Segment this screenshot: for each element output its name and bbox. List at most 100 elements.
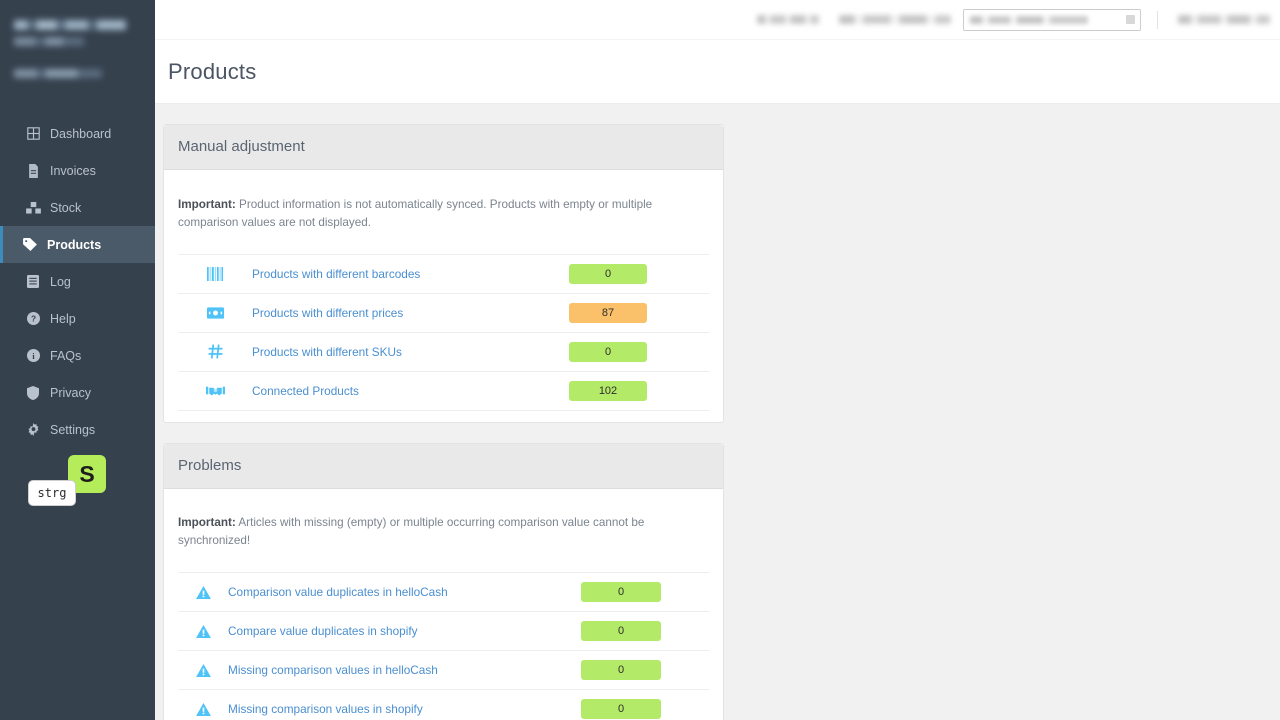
sidebar-item-label: Settings [50,423,95,437]
warning-triangle-icon [178,625,228,638]
notice-bold: Important: [178,198,236,211]
sidebar-item-label: FAQs [50,349,81,363]
table-row[interactable]: Missing comparison values in shopify 0 [178,689,709,720]
panel-title: Problems [178,457,241,474]
sidebar-item-stock[interactable]: Stock [0,189,155,226]
status-badge: 0 [569,342,647,362]
sidebar-item-log[interactable]: Log [0,263,155,300]
brand-redacted-line-4 [14,69,102,78]
sidebar: Dashboard Invoices Stock [0,0,155,720]
question-circle-icon: ? [25,312,41,326]
table-row[interactable]: Products with different SKUs 0 [178,332,709,371]
panel-problems: Problems Important: Articles with missin… [163,443,724,720]
row-label[interactable]: Compare value duplicates in shopify [228,624,581,638]
sidebar-item-label: Dashboard [50,127,111,141]
status-badge: 0 [581,699,661,719]
topbar [155,0,1280,40]
key-strg: strg [28,480,76,506]
sidebar-nav: Dashboard Invoices Stock [0,115,155,448]
book-icon [25,275,41,289]
panel-body: Important: Articles with missing (empty)… [164,489,723,720]
brand-redacted-line-2 [14,37,84,46]
handshake-icon [178,384,252,397]
topbar-divider [1157,11,1158,29]
warning-triangle-icon [178,664,228,677]
sidebar-item-label: Help [50,312,76,326]
topbar-shop-label [757,15,819,24]
brand-redacted-line-1 [14,20,126,30]
status-badge: 0 [569,264,647,284]
sidebar-item-dashboard[interactable]: Dashboard [0,115,155,152]
row-label[interactable]: Missing comparison values in shopify [228,702,581,716]
table-row[interactable]: Comparison value duplicates in helloCash… [178,572,709,611]
chevron-down-icon [1126,15,1135,24]
sidebar-item-label: Invoices [50,164,96,178]
status-badge: 0 [581,621,661,641]
sidebar-item-help[interactable]: ? Help [0,300,155,337]
sidebar-brand-block [0,0,155,99]
row-badge-wrap: 0 [581,699,661,719]
page-header: Products [155,40,1280,104]
problems-notice: Important: Articles with missing (empty)… [178,514,709,560]
table-row-bottom-rule [178,410,709,416]
row-badge-wrap: 0 [569,264,647,284]
logout-redacted-text [1178,15,1270,24]
row-badge-wrap: 0 [581,582,661,602]
row-badge-wrap: 0 [569,342,647,362]
shop-select-dropdown[interactable] [963,9,1141,31]
panel-body: Important: Product information is not au… [164,170,723,422]
barcode-icon [178,267,252,281]
grid-icon [25,127,41,141]
row-badge-wrap: 0 [581,660,661,680]
logout-link[interactable] [1178,15,1270,24]
brand-redacted-line-3 [14,53,142,62]
panel-title: Manual adjustment [178,138,305,155]
panel-header: Manual adjustment [164,125,723,170]
table-row[interactable]: Missing comparison values in helloCash 0 [178,650,709,689]
gear-icon [25,423,41,437]
sidebar-item-faqs[interactable]: i FAQs [0,337,155,374]
sidebar-item-label: Privacy [50,386,91,400]
content-scroll-area[interactable]: Manual adjustment Important: Product inf… [155,104,1280,720]
row-badge-wrap: 102 [569,381,647,401]
row-badge-wrap: 0 [581,621,661,641]
shield-icon [25,386,41,400]
info-circle-icon: i [25,349,41,363]
sidebar-item-label: Products [47,238,101,252]
svg-text:?: ? [30,314,35,324]
notice-bold: Important: [178,516,236,529]
keyboard-shortcut-overlay: S strg [28,455,138,515]
app-root: Dashboard Invoices Stock [0,0,1280,720]
row-label[interactable]: Missing comparison values in helloCash [228,663,581,677]
sidebar-item-settings[interactable]: Settings [0,411,155,448]
row-label[interactable]: Connected Products [252,384,569,398]
invoice-icon [25,164,41,178]
sidebar-item-label: Log [50,275,71,289]
row-label[interactable]: Products with different prices [252,306,569,320]
boxes-icon [25,201,41,215]
sidebar-item-invoices[interactable]: Invoices [0,152,155,189]
shop-select-redacted-value [970,16,1088,24]
tag-icon [22,238,38,252]
table-row[interactable]: Products with different barcodes 0 [178,254,709,293]
table-row[interactable]: Connected Products 102 [178,371,709,410]
table-row[interactable]: Compare value duplicates in shopify 0 [178,611,709,650]
status-badge: 102 [569,381,647,401]
hashtag-icon [178,344,252,359]
status-badge: 0 [581,660,661,680]
row-label[interactable]: Comparison value duplicates in helloCash [228,585,581,599]
row-badge-wrap: 87 [569,303,647,323]
topbar-select-redacted-label [839,15,951,24]
notice-text: Articles with missing (empty) or multipl… [178,516,644,547]
topbar-shop-redacted-text [757,15,819,24]
row-label[interactable]: Products with different SKUs [252,345,569,359]
sidebar-item-products[interactable]: Products [0,226,155,263]
row-label[interactable]: Products with different barcodes [252,267,569,281]
status-badge: 0 [581,582,661,602]
money-bill-icon [178,307,252,319]
table-row[interactable]: Products with different prices 87 [178,293,709,332]
sidebar-item-privacy[interactable]: Privacy [0,374,155,411]
main-area: Products Manual adjustment Important: Pr… [155,0,1280,720]
notice-text: Product information is not automatically… [178,198,652,229]
page-title: Products [168,59,256,85]
